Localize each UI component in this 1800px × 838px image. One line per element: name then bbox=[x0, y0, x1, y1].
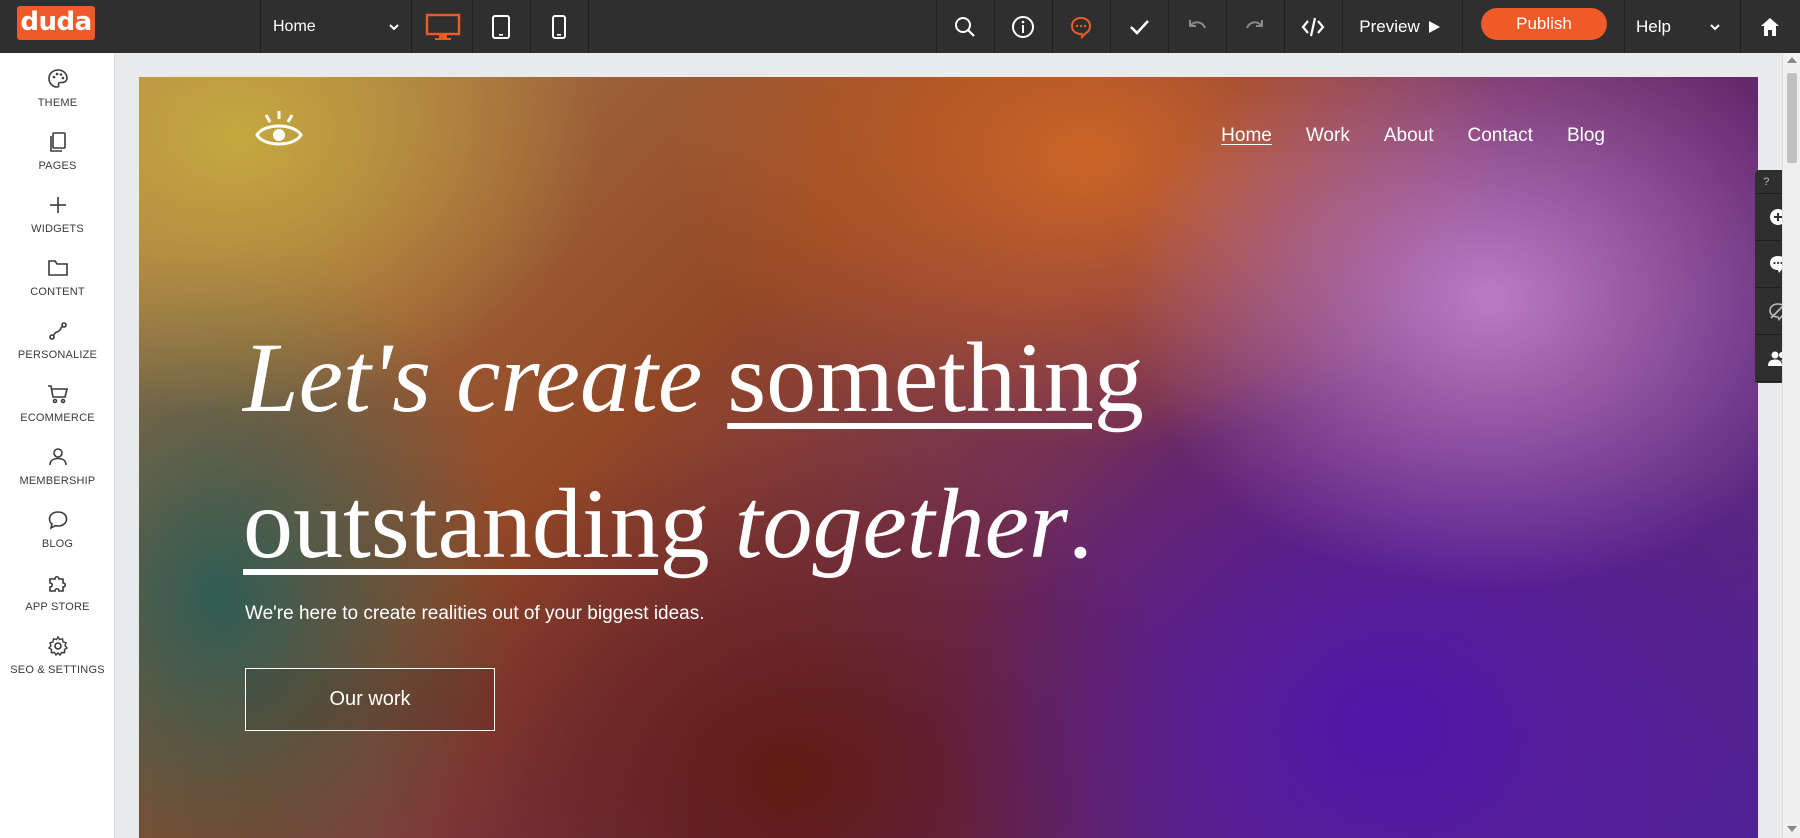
pages-icon bbox=[49, 132, 66, 152]
chat-bubble-icon bbox=[48, 511, 67, 530]
chevron-down-icon bbox=[1710, 23, 1720, 30]
desktop-icon bbox=[425, 13, 461, 40]
help-dropdown[interactable]: Help bbox=[1626, 0, 1730, 53]
tablet-icon bbox=[492, 14, 510, 39]
tablet-view-button[interactable] bbox=[472, 0, 530, 53]
divider bbox=[588, 0, 589, 53]
site-nav-blog[interactable]: Blog bbox=[1567, 125, 1605, 147]
sidebar-item-label: THEME bbox=[37, 97, 78, 109]
sidebar-item-membership[interactable]: MEMBERSHIP bbox=[0, 445, 115, 503]
sidebar-item-theme[interactable]: THEME bbox=[0, 67, 115, 125]
redo-button[interactable] bbox=[1226, 0, 1284, 53]
site-nav-work[interactable]: Work bbox=[1306, 125, 1350, 147]
sidebar-item-label: SEO & SETTINGS bbox=[10, 664, 105, 676]
site-canvas[interactable]: Home Work About Contact Blog Let's creat… bbox=[139, 77, 1758, 838]
page-selector-dropdown[interactable]: Home bbox=[261, 0, 411, 53]
sidebar-item-app-store[interactable]: APP STORE bbox=[0, 571, 115, 629]
eye-logo-icon[interactable] bbox=[254, 107, 304, 153]
sidebar-item-label: PAGES bbox=[38, 160, 77, 172]
desktop-view-button[interactable] bbox=[414, 0, 472, 53]
sidebar-item-ecommerce[interactable]: ECOMMERCE bbox=[0, 382, 115, 440]
divider bbox=[411, 0, 412, 53]
personalize-icon bbox=[48, 322, 67, 340]
sidebar-item-label: PERSONALIZE bbox=[17, 349, 98, 361]
hero-subline[interactable]: We're here to create realities out of yo… bbox=[245, 603, 705, 625]
redo-icon bbox=[1246, 19, 1263, 28]
divider bbox=[1624, 0, 1625, 53]
palette-icon bbox=[47, 69, 68, 88]
preview-label: Preview bbox=[1359, 16, 1420, 36]
top-toolbar: duda Home Preview Publish Help bbox=[0, 0, 1800, 53]
search-icon bbox=[955, 16, 975, 37]
headline-part: something bbox=[727, 322, 1144, 433]
scrollbar-thumb[interactable] bbox=[1787, 73, 1797, 163]
undo-icon bbox=[1189, 19, 1206, 28]
info-icon bbox=[1012, 15, 1034, 38]
sidebar-item-label: ECOMMERCE bbox=[20, 412, 95, 424]
preview-button[interactable]: Preview bbox=[1340, 0, 1460, 53]
duda-logo[interactable]: duda bbox=[17, 6, 95, 40]
developer-mode-button[interactable] bbox=[1284, 0, 1342, 53]
sidebar-item-label: WIDGETS bbox=[31, 223, 84, 235]
site-navigation: Home Work About Contact Blog bbox=[1221, 125, 1605, 147]
site-nav-contact[interactable]: Contact bbox=[1467, 125, 1532, 147]
mobile-icon bbox=[552, 14, 566, 39]
dashboard-home-button[interactable] bbox=[1740, 0, 1800, 53]
sidebar-item-content[interactable]: CONTENT bbox=[0, 256, 115, 314]
gear-icon bbox=[47, 635, 68, 657]
cart-icon bbox=[47, 385, 68, 404]
scroll-down-arrow-icon[interactable] bbox=[1787, 826, 1797, 832]
puzzle-icon bbox=[48, 575, 66, 592]
help-label: Help bbox=[1636, 16, 1671, 36]
plus-icon bbox=[49, 197, 66, 213]
code-icon bbox=[1301, 17, 1325, 36]
page-selector-value: Home bbox=[273, 17, 316, 35]
our-work-button[interactable]: Our work bbox=[245, 668, 495, 731]
checklist-button[interactable] bbox=[1110, 0, 1168, 53]
play-icon bbox=[1428, 20, 1440, 33]
sidebar-item-personalize[interactable]: PERSONALIZE bbox=[0, 319, 115, 377]
home-icon bbox=[1761, 17, 1779, 36]
mobile-view-button[interactable] bbox=[530, 0, 588, 53]
sidebar-item-label: CONTENT bbox=[30, 286, 85, 298]
divider bbox=[1462, 0, 1463, 53]
sidebar-item-blog[interactable]: BLOG bbox=[0, 508, 115, 566]
hero-headline[interactable]: Let's create something outstanding toget… bbox=[243, 305, 1343, 597]
chevron-down-icon bbox=[389, 23, 399, 30]
comments-button[interactable] bbox=[1052, 0, 1110, 53]
site-nav-home[interactable]: Home bbox=[1221, 125, 1272, 147]
headline-part: Let's create bbox=[243, 322, 728, 433]
sidebar-item-label: BLOG bbox=[41, 538, 74, 550]
comment-icon bbox=[1070, 16, 1092, 39]
search-button[interactable] bbox=[936, 0, 994, 53]
user-icon bbox=[48, 448, 67, 466]
info-button[interactable] bbox=[994, 0, 1052, 53]
site-nav-about[interactable]: About bbox=[1384, 125, 1434, 147]
headline-part: together bbox=[709, 468, 1068, 579]
checkmark-icon bbox=[1130, 19, 1149, 35]
sidebar-item-widgets[interactable]: WIDGETS bbox=[0, 193, 115, 251]
headline-part: . bbox=[1067, 468, 1093, 579]
sidebar-item-pages[interactable]: PAGES bbox=[0, 130, 115, 188]
publish-button[interactable]: Publish bbox=[1481, 8, 1607, 40]
help-icon[interactable]: ? bbox=[1755, 170, 1778, 193]
scroll-up-arrow-icon[interactable] bbox=[1787, 57, 1797, 63]
left-sidebar: THEME PAGES WIDGETS CONTENT PERSONALIZE … bbox=[0, 53, 115, 838]
sidebar-item-label: APP STORE bbox=[25, 601, 90, 613]
sidebar-item-label: MEMBERSHIP bbox=[19, 475, 96, 487]
headline-part: outstanding bbox=[243, 468, 710, 579]
sidebar-item-seo-settings[interactable]: SEO & SETTINGS bbox=[0, 634, 115, 692]
folder-icon bbox=[47, 260, 68, 276]
vertical-scrollbar[interactable] bbox=[1782, 53, 1800, 838]
undo-button[interactable] bbox=[1168, 0, 1226, 53]
